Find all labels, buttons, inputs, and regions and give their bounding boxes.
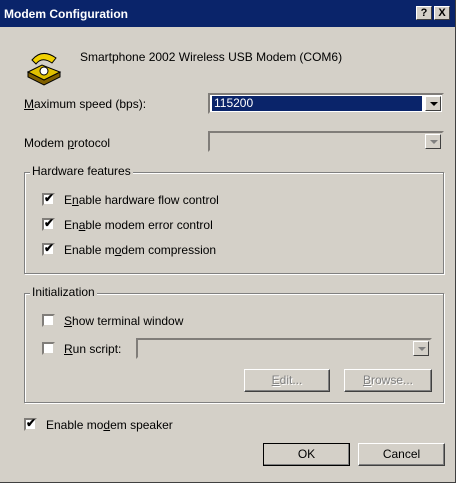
protocol-label-pre: Modem	[24, 136, 68, 150]
initialization-title: Initialization	[30, 285, 97, 299]
label-part: E	[64, 193, 73, 207]
close-button[interactable]: X	[434, 6, 450, 20]
label-part: ble modem error control	[85, 218, 213, 232]
check-icon: ✔	[44, 216, 55, 230]
label-accel: n	[72, 193, 79, 207]
device-name: Smartphone 2002 Wireless USB Modem (COM6…	[80, 50, 343, 64]
edit-button[interactable]: Edit...	[244, 369, 330, 392]
modem-error-control-checkbox[interactable]: ✔	[42, 216, 55, 231]
ok-button[interactable]: OK	[263, 443, 350, 466]
run-script-checkbox[interactable]	[42, 342, 55, 355]
max-speed-value: 115200	[212, 96, 422, 111]
label-part: dit...	[279, 373, 303, 387]
show-terminal-window-label[interactable]: Show terminal window	[64, 314, 183, 328]
modem-compression-checkbox[interactable]: ✔	[42, 241, 55, 256]
hardware-features-title: Hardware features	[30, 164, 133, 178]
max-speed-label: Maximum speed (bps):	[24, 97, 146, 111]
label-part: em speaker	[110, 418, 173, 432]
label-part: rowse...	[371, 373, 414, 387]
modem-protocol-label: Modem protocol	[24, 136, 110, 150]
enable-modem-speaker-checkbox[interactable]: ✔	[24, 416, 37, 431]
max-speed-select[interactable]: 115200	[208, 93, 444, 114]
title-bar[interactable]: Modem Configuration ? X	[0, 0, 455, 27]
label-accel: S	[64, 314, 73, 328]
label-accel: R	[64, 342, 73, 356]
modem-configuration-dialog: Modem Configuration ? X Smartphone 2002 …	[0, 0, 456, 483]
protocol-label-rest: rotocol	[74, 136, 111, 150]
label-part: En	[64, 218, 79, 232]
modem-compression-label[interactable]: Enable modem compression	[64, 243, 216, 257]
hardware-flow-control-label[interactable]: Enable hardware flow control	[64, 193, 219, 207]
modem-error-control-label[interactable]: Enable modem error control	[64, 218, 213, 232]
check-icon: ✔	[44, 191, 55, 205]
modem-protocol-select[interactable]	[208, 131, 444, 152]
chevron-down-icon[interactable]	[425, 134, 441, 149]
cancel-button[interactable]: Cancel	[358, 443, 445, 466]
help-button[interactable]: ?	[416, 6, 432, 20]
label-part: able hardware flow control	[78, 193, 219, 207]
label-accel: E	[271, 373, 280, 387]
run-script-label[interactable]: Run script:	[64, 342, 121, 356]
max-speed-label-text: aximum speed (bps):	[34, 97, 147, 111]
run-script-select[interactable]	[136, 338, 432, 359]
enable-modem-speaker-label[interactable]: Enable modem speaker	[46, 418, 173, 432]
label-part: Enable mo	[46, 418, 104, 432]
label-part: how terminal window	[72, 314, 184, 328]
label-part: Enable m	[64, 243, 115, 257]
label-part: dem compression	[121, 243, 217, 257]
chevron-down-icon[interactable]	[413, 341, 429, 356]
phone-modem-icon	[26, 53, 62, 86]
check-icon: ✔	[26, 416, 37, 430]
chevron-down-icon[interactable]	[425, 96, 441, 111]
window-title: Modem Configuration	[4, 6, 128, 21]
check-icon: ✔	[44, 241, 55, 255]
max-speed-label-accel: M	[24, 97, 34, 111]
label-accel: B	[362, 373, 371, 387]
show-terminal-window-checkbox[interactable]	[42, 314, 55, 327]
browse-button[interactable]: Browse...	[344, 369, 432, 392]
label-part: un script:	[72, 342, 122, 356]
hardware-flow-control-checkbox[interactable]: ✔	[42, 191, 55, 206]
